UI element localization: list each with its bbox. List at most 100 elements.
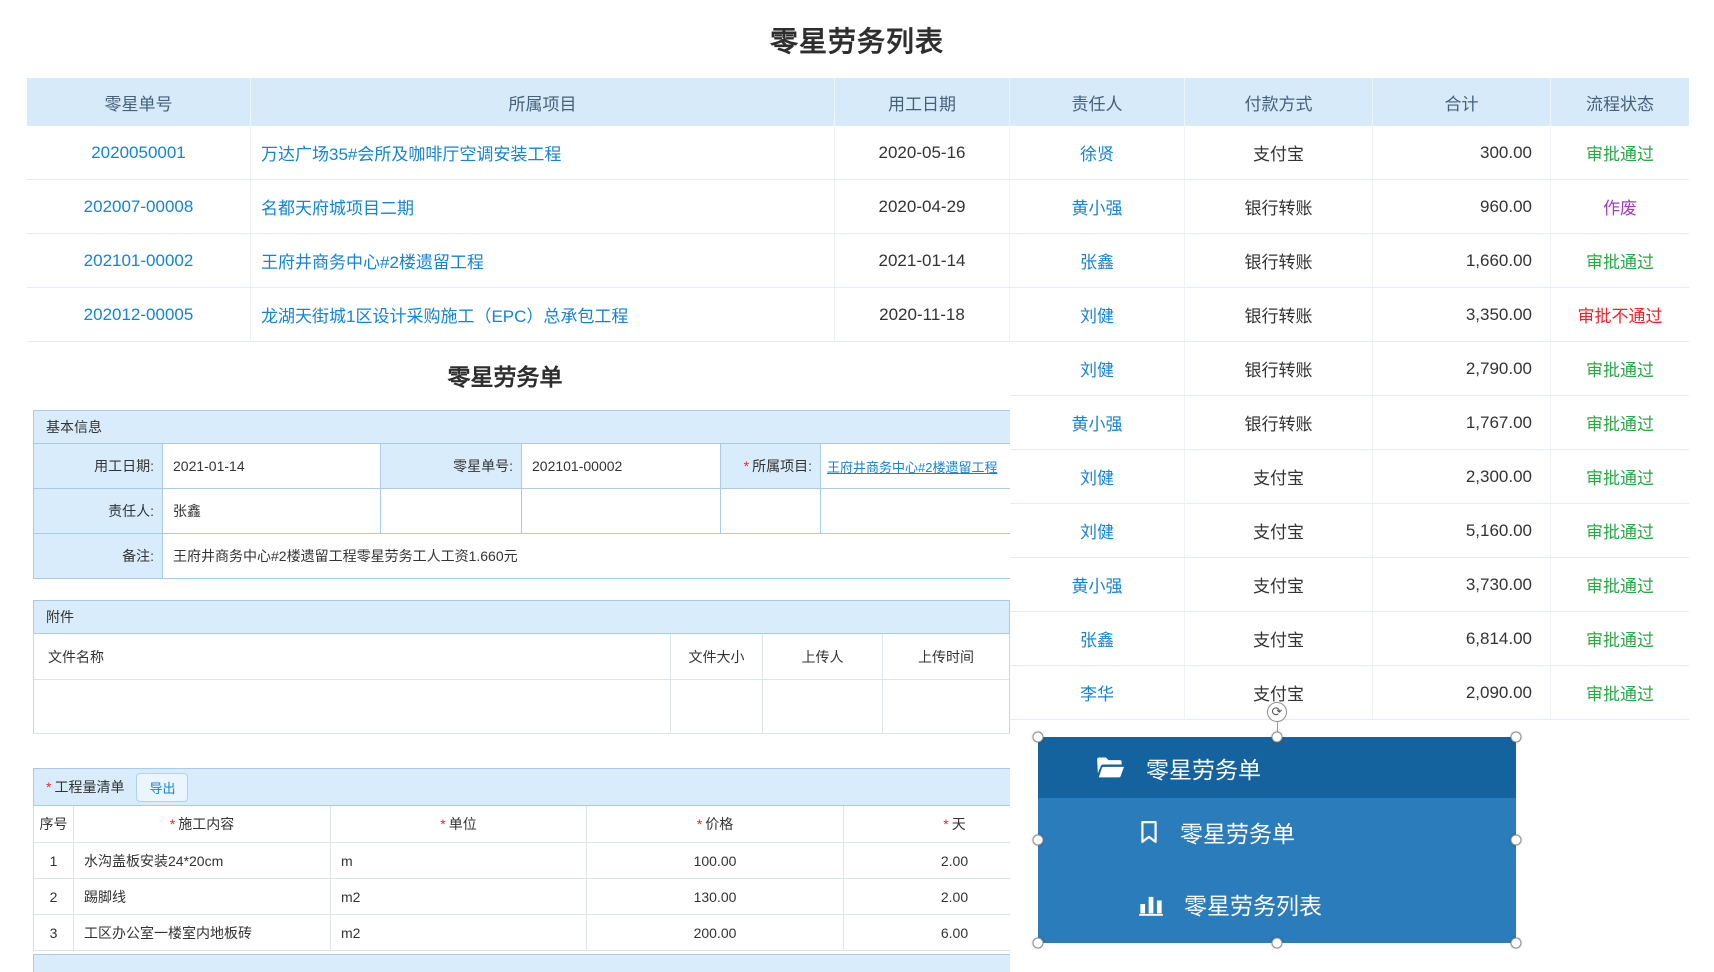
menu-item-labor-list[interactable]: 零星劳务列表 [1038,865,1516,943]
table-row: 202007-00008 名都天府城项目二期 2020-04-29 黄小强 银行… [27,180,1689,234]
col-header-payment: 付款方式 [1185,78,1373,126]
seq-cell: 1 [34,843,74,879]
project-link[interactable]: 王府井商务中心#2楼遗留工程 [251,234,835,287]
order-no-link[interactable]: 2020050001 [27,126,251,179]
project-link[interactable]: 王府井商务中心#2楼遗留工程 [827,457,997,476]
payment-method: 支付宝 [1185,450,1373,503]
selection-handle-mid-right[interactable] [1511,835,1522,846]
work-date: 2020-11-18 [835,288,1010,341]
status-badge: 审批通过 [1551,558,1689,611]
required-asterisk: * [440,816,445,832]
payment-method: 银行转账 [1185,342,1373,395]
selection-handle-top-right[interactable] [1511,732,1522,743]
quantity-section-title: 工程量清单 [54,777,124,797]
owner-link[interactable]: 黄小强 [1010,396,1185,449]
payment-method: 支付宝 [1185,558,1373,611]
days-cell: 2.00 [844,879,1010,915]
owner-link[interactable]: 徐贤 [1010,126,1185,179]
table-row: 202101-00002 王府井商务中心#2楼遗留工程 2021-01-14 张… [27,234,1689,288]
screen: 零星劳务列表 零星单号 所属项目 用工日期 责任人 付款方式 合计 流程状态 2… [0,0,1714,972]
work-date-label: 用工日期: [34,444,163,489]
owner-link[interactable]: 黄小强 [1010,558,1185,611]
payment-method: 银行转账 [1185,180,1373,233]
col-header-order-no: 零星单号 [27,78,251,126]
owner-link[interactable]: 刘健 [1010,288,1185,341]
order-no-label: 零星单号: [381,444,522,489]
table-header-row: 零星单号 所属项目 用工日期 责任人 付款方式 合计 流程状态 [27,78,1689,126]
seq-cell: 3 [34,915,74,951]
selection-handle-mid-left[interactable] [1033,835,1044,846]
rotate-handle[interactable]: ⟳ [1267,702,1287,722]
folder-open-icon [1096,756,1124,780]
menu-item-labor-form[interactable]: 零星劳务单 [1038,798,1516,865]
table-row: 202012-00005 龙湖天街城1区设计采购施工（EPC）总承包工程 202… [27,288,1689,342]
status-badge: 审批不通过 [1551,288,1689,341]
menu-item-label: 零星劳务单 [1180,815,1295,849]
payment-method: 银行转账 [1185,396,1373,449]
owner-link[interactable]: 黄小强 [1010,180,1185,233]
required-asterisk: * [943,816,948,832]
empty-cell [763,680,883,734]
status-badge: 审批通过 [1551,450,1689,503]
status-badge: 审批通过 [1551,612,1689,665]
attachments-section: 附件 文件名称 文件大小 上传人 上传时间 [33,600,1010,734]
work-date-value: 2021-01-14 [163,444,381,489]
project-link[interactable]: 万达广场35#会所及咖啡厅空调安装工程 [251,126,835,179]
menu-item-labor-form-root[interactable]: 零星劳务单 [1038,737,1516,798]
work-date: 2021-01-14 [835,234,1010,287]
selection-handle-bottom-mid[interactable] [1272,938,1283,949]
selection-handle-top-mid[interactable] [1272,732,1283,743]
order-no-value: 202101-00002 [522,444,721,489]
attachments-header-row: 文件名称 文件大小 上传人 上传时间 [33,634,1010,680]
order-no-link[interactable]: 202007-00008 [27,180,251,233]
col-header-price-text: 价格 [705,814,733,834]
total-amount: 960.00 [1373,180,1551,233]
export-button[interactable]: 导出 [136,773,188,802]
col-header-content-text: 施工内容 [178,814,234,834]
order-no-link[interactable]: 202101-00002 [27,234,251,287]
empty-cell [381,489,522,534]
project-link[interactable]: 龙湖天街城1区设计采购施工（EPC）总承包工程 [251,288,835,341]
selection-handle-bottom-left[interactable] [1033,938,1044,949]
price-cell: 200.00 [587,915,844,951]
work-date: 2020-04-29 [835,180,1010,233]
empty-cell [34,680,671,734]
owner-link[interactable]: 刘健 [1010,342,1185,395]
owner-link[interactable]: 李华 [1010,666,1185,719]
quantity-list-section: * 工程量清单 导出 序号 * 施工内容 * 单位 * 价格 [33,768,1010,951]
days-cell: 6.00 [844,915,1010,951]
form-title: 零星劳务单 [0,342,1010,392]
unit-cell: m [331,843,587,879]
seq-cell: 2 [34,879,74,915]
payment-method: 支付宝 [1185,126,1373,179]
owner-link[interactable]: 张鑫 [1010,234,1185,287]
owner-link[interactable]: 刘健 [1010,504,1185,557]
col-header-project: 所属项目 [251,78,835,126]
total-amount: 3,730.00 [1373,558,1551,611]
payment-method: 银行转账 [1185,288,1373,341]
total-amount: 3,350.00 [1373,288,1551,341]
bookmark-icon [1138,819,1160,845]
project-link[interactable]: 名都天府城项目二期 [251,180,835,233]
remark-label: 备注: [34,534,163,579]
basic-info-section-header: 基本信息 [33,410,1010,444]
col-header-price: * 价格 [587,806,844,843]
owner-link[interactable]: 张鑫 [1010,612,1185,665]
attachments-section-header: 附件 [33,600,1010,634]
owner-label: 责任人: [34,489,163,534]
selection-handle-bottom-right[interactable] [1511,938,1522,949]
owner-value: 张鑫 [163,489,381,534]
status-badge: 审批通过 [1551,126,1689,179]
status-badge: 审批通过 [1551,342,1689,395]
quantity-header-row: 序号 * 施工内容 * 单位 * 价格 * 天 [33,806,1010,843]
total-amount: 6,814.00 [1373,612,1551,665]
col-header-unit-text: 单位 [449,814,477,834]
remark-value: 王府井商务中心#2楼遗留工程零星劳务工人工资1.660元 [163,534,1010,579]
owner-link[interactable]: 刘健 [1010,450,1185,503]
status-badge: 审批通过 [1551,234,1689,287]
col-header-days-text: 天 [952,814,966,834]
order-no-link[interactable]: 202012-00005 [27,288,251,341]
selection-handle-top-left[interactable] [1033,732,1044,743]
total-amount: 1,660.00 [1373,234,1551,287]
quantity-row: 1 水沟盖板安装24*20cm m 100.00 2.00 [33,843,1010,879]
